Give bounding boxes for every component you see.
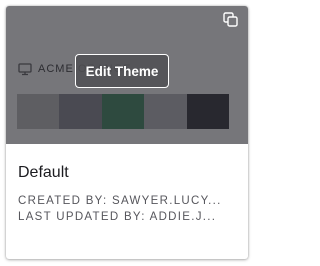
copy-icon xyxy=(223,12,238,27)
theme-preview: ACME ORANGE Edit Theme xyxy=(6,6,248,144)
swatch-3 xyxy=(101,94,145,129)
monitor-icon xyxy=(18,63,32,76)
theme-card[interactable]: ACME ORANGE Edit Theme Default CREATED B… xyxy=(6,6,248,259)
created-by-text: CREATED BY: SAWYER.LUCY... xyxy=(18,195,222,207)
swatch-1 xyxy=(17,94,60,129)
swatch-2 xyxy=(59,94,102,129)
copy-button[interactable] xyxy=(222,11,240,29)
swatch-4 xyxy=(144,94,187,129)
color-swatches xyxy=(17,94,230,129)
edit-theme-button[interactable]: Edit Theme xyxy=(75,54,169,88)
swatch-5 xyxy=(186,94,230,129)
theme-title: Default xyxy=(18,164,69,181)
last-updated-by-text: LAST UPDATED BY: ADDIE.J... xyxy=(18,211,217,223)
